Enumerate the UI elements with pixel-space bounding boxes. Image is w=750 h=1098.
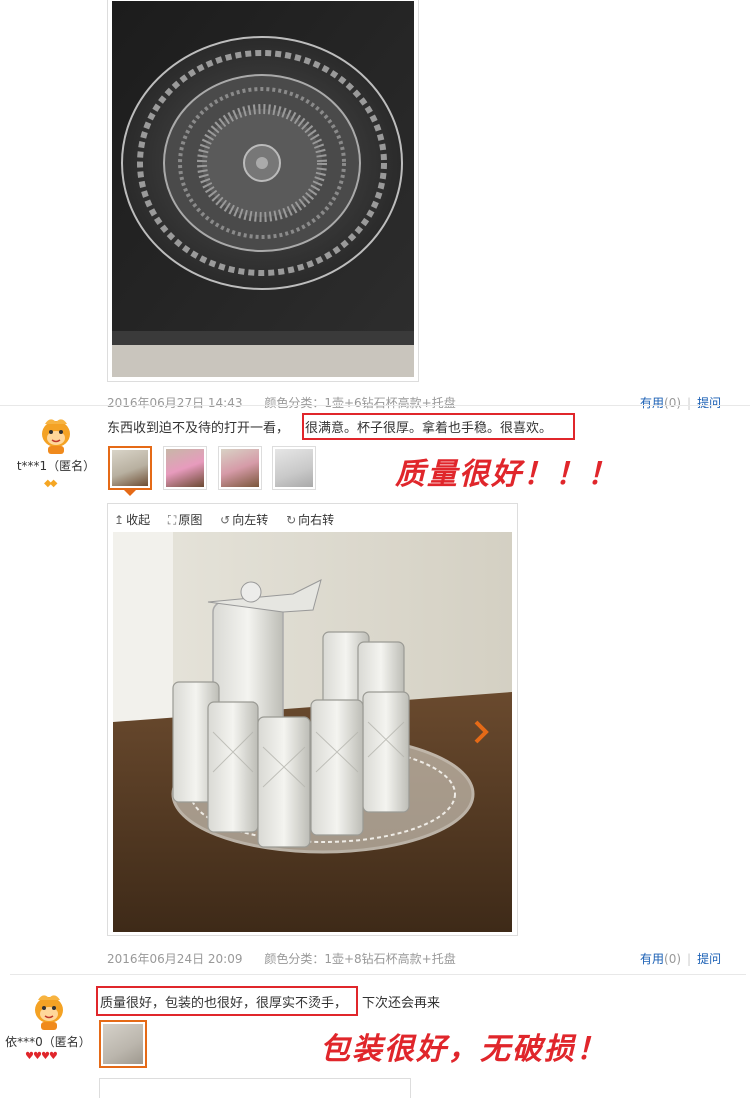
sku-label: 颜色分类：	[264, 396, 325, 410]
original-button[interactable]: ⛶ 原图	[168, 513, 202, 527]
review-date: 2016年06月27日 14:43	[107, 396, 243, 410]
review-top-actions: 有用(0) | 提问	[640, 394, 721, 411]
collapse-label: 收起	[126, 513, 151, 527]
avatar-mascot-icon	[36, 414, 76, 454]
sku-value: 1壶+8钻石杯高款+托盘	[324, 952, 456, 966]
heart-icon: ♥	[32, 1051, 42, 1062]
photo-thumbnail[interactable]	[108, 446, 152, 490]
rotate-left-button[interactable]: ↺ 向左转	[220, 513, 268, 527]
rank-badge: ♥♥♥♥	[25, 1051, 58, 1062]
action-divider: |	[687, 952, 692, 966]
active-thumb-pointer	[124, 490, 136, 496]
annotation-text: 质量很好！！！	[395, 457, 619, 492]
collapse-button[interactable]: ↥ 收起	[114, 513, 150, 527]
avatar[interactable]	[36, 414, 76, 457]
sku-value: 1壶+6钻石杯高款+托盘	[324, 396, 456, 410]
diamond-icon: ◆	[49, 478, 58, 489]
heart-icon: ♥	[40, 1051, 50, 1062]
fullsize-icon: ⛶	[167, 513, 177, 527]
rotate-left-label: 向左转	[232, 513, 269, 527]
useful-count: (0)	[664, 396, 682, 410]
comment-text: 下次还会再来	[362, 996, 441, 1011]
review-comment: 东西收到迫不及待的打开一看，	[107, 417, 289, 436]
review-divider	[0, 405, 750, 406]
rank-badge: ◆◆	[44, 478, 58, 489]
comment-highlight-text: 很满意。杯子很厚。拿着也手稳。很喜欢。	[305, 421, 553, 436]
reply-button[interactable]: 提问	[697, 952, 721, 966]
useful-button[interactable]: 有用	[640, 396, 664, 410]
useful-button[interactable]: 有用	[640, 952, 664, 966]
photo-thumbnail[interactable]	[99, 1020, 147, 1068]
photo-viewer: ↥ 收起 ⛶ 原图 ↺ 向左转 ↻ 向右转	[107, 503, 518, 936]
reply-button[interactable]: 提问	[697, 396, 721, 410]
action-divider: |	[687, 396, 692, 410]
photo-thumbnail[interactable]	[163, 446, 207, 490]
original-label: 原图	[178, 513, 203, 527]
review-photo-plate[interactable]	[107, 0, 419, 382]
comment-text: 东西收到迫不及待的打开一看，	[107, 421, 290, 436]
plate-photo	[112, 1, 414, 377]
rotate-right-label: 向右转	[298, 513, 335, 527]
avatar-mascot-icon	[29, 990, 69, 1030]
viewer-toolbar: ↥ 收起 ⛶ 原图 ↺ 向左转 ↻ 向右转	[114, 511, 348, 528]
photo-thumbnail[interactable]	[272, 446, 316, 490]
rotate-right-button[interactable]: ↻ 向右转	[286, 513, 334, 527]
photo-thumbnail[interactable]	[218, 446, 262, 490]
reviewer-name: t***1（匿名）	[16, 459, 96, 473]
comment-highlight-text: 质量很好，包装的也很好，很厚实不烫手，	[100, 996, 348, 1011]
rotate-right-icon: ↻	[286, 513, 297, 527]
review-date: 2016年06月24日 20:09	[107, 952, 243, 966]
heart-icon: ♥	[25, 1051, 34, 1062]
review1-meta: 2016年06月24日 20:09 颜色分类：1壶+8钻石杯高款+托盘	[107, 950, 456, 967]
rotate-left-icon: ↺	[220, 513, 231, 527]
collapse-icon: ↥	[114, 513, 125, 527]
avatar[interactable]	[29, 990, 69, 1033]
reviewer-name: 依***0（匿名）	[5, 1035, 91, 1049]
product-photo-glass-set[interactable]	[113, 532, 512, 932]
annotation-text: 包装很好，无破损！	[320, 1032, 608, 1067]
heart-icon: ♥	[48, 1051, 58, 1062]
review-top-meta: 2016年06月27日 14:43 颜色分类：1壶+6钻石杯高款+托盘	[107, 394, 456, 411]
review-divider	[10, 974, 746, 975]
useful-count: (0)	[664, 952, 682, 966]
photo-viewer	[99, 1078, 411, 1098]
sku-label: 颜色分类：	[264, 952, 325, 966]
review1-actions: 有用(0) | 提问	[640, 950, 721, 967]
